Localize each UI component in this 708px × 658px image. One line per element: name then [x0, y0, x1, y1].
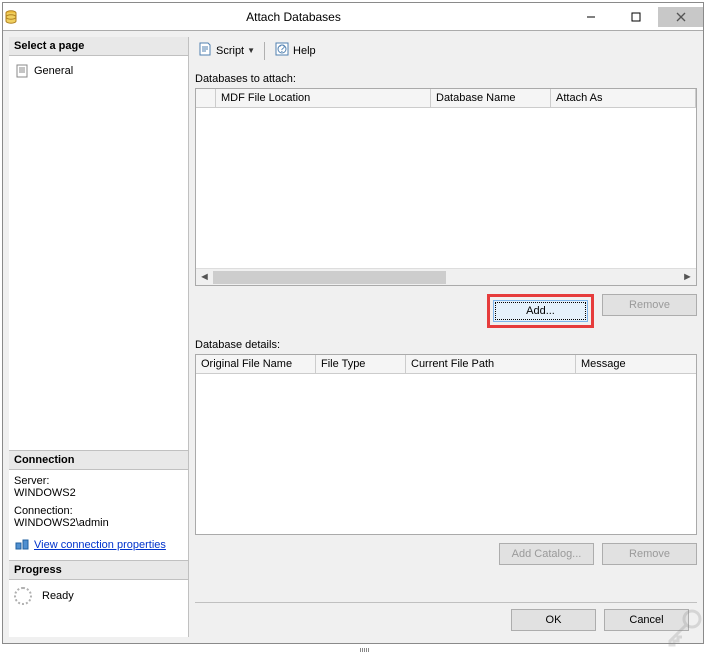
add-button[interactable]: Add... [493, 300, 588, 322]
server-value: WINDOWS2 [14, 487, 183, 499]
view-connection-link[interactable]: View connection properties [34, 539, 166, 551]
sidebar: Select a page General Connection Server:… [9, 37, 189, 637]
connection-label: Connection: [14, 505, 183, 517]
help-label: Help [293, 45, 316, 57]
scroll-right-icon[interactable]: ► [679, 269, 696, 286]
col-current-path[interactable]: Current File Path [406, 355, 576, 373]
connection-header: Connection [9, 450, 188, 470]
close-button[interactable] [658, 7, 703, 27]
database-icon [3, 9, 19, 25]
window-title: Attach Databases [19, 10, 568, 24]
scroll-thumb[interactable] [213, 271, 446, 284]
col-mdf-location[interactable]: MDF File Location [216, 89, 431, 107]
resize-grip[interactable] [354, 648, 374, 652]
attach-label: Databases to attach: [195, 70, 697, 88]
titlebar[interactable]: Attach Databases [3, 3, 703, 31]
databases-to-attach-grid[interactable]: MDF File Location Database Name Attach A… [195, 88, 697, 286]
page-general[interactable]: General [14, 61, 183, 81]
details-grid-body[interactable] [196, 374, 696, 534]
help-icon: ? [274, 41, 290, 60]
properties-icon [14, 537, 30, 553]
col-rowheader [196, 89, 216, 107]
progress-status: Ready [42, 590, 74, 602]
database-details-grid[interactable]: Original File Name File Type Current Fil… [195, 354, 697, 535]
page-label: General [34, 65, 73, 77]
progress-ring-icon [14, 587, 32, 605]
attach-grid-body[interactable] [196, 108, 696, 268]
details-grid-header: Original File Name File Type Current Fil… [196, 355, 696, 374]
toolbar: Script ▼ ? Help [195, 37, 697, 70]
attach-grid-scrollbar[interactable]: ◄ ► [196, 268, 696, 285]
key-watermark-icon [664, 607, 704, 650]
minimize-button[interactable] [568, 7, 613, 27]
attach-grid-header: MDF File Location Database Name Attach A… [196, 89, 696, 108]
main-pane: Script ▼ ? Help Databases to attach: MDF… [189, 31, 703, 643]
remove-details-button: Remove [602, 543, 697, 565]
select-page-header: Select a page [9, 37, 188, 56]
maximize-button[interactable] [613, 7, 658, 27]
dialog-footer: OK Cancel [195, 602, 697, 637]
progress-header: Progress [9, 560, 188, 580]
view-connection-properties[interactable]: View connection properties [14, 535, 183, 555]
script-label: Script [216, 45, 244, 57]
details-label: Database details: [195, 336, 697, 354]
add-catalog-button: Add Catalog... [499, 543, 594, 565]
attach-databases-dialog: Attach Databases Select a page General C… [2, 2, 704, 644]
ok-button[interactable]: OK [511, 609, 596, 631]
remove-attach-button: Remove [602, 294, 697, 316]
toolbar-divider [264, 42, 265, 60]
progress-status-row: Ready [14, 585, 183, 607]
scroll-left-icon[interactable]: ◄ [196, 269, 213, 286]
script-icon [197, 41, 213, 60]
page-icon [14, 63, 30, 79]
svg-text:?: ? [279, 43, 285, 55]
col-message[interactable]: Message [576, 355, 696, 373]
col-file-type[interactable]: File Type [316, 355, 406, 373]
script-button[interactable]: Script ▼ [197, 41, 255, 60]
connection-value: WINDOWS2\admin [14, 517, 183, 529]
add-button-highlight: Add... [487, 294, 594, 328]
col-orig-name[interactable]: Original File Name [196, 355, 316, 373]
server-label: Server: [14, 475, 183, 487]
chevron-down-icon[interactable]: ▼ [247, 46, 255, 55]
col-attach-as[interactable]: Attach As [551, 89, 696, 107]
help-button[interactable]: ? Help [274, 41, 316, 60]
col-database-name[interactable]: Database Name [431, 89, 551, 107]
